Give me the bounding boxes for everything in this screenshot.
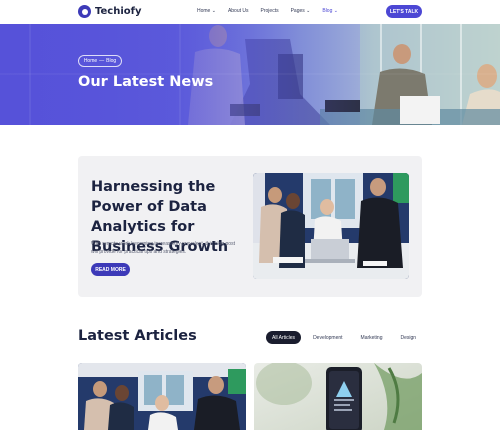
latest-articles-title: Latest Articles <box>78 328 197 344</box>
filter-development[interactable]: Development <box>307 331 348 344</box>
nav-pages-label: Pages <box>290 8 305 14</box>
nav-about[interactable]: About Us <box>228 8 249 14</box>
page-title: Our Latest News <box>78 74 214 90</box>
chevron-down-icon: ⌄ <box>333 8 338 14</box>
article-filter-tabs: All Articles Development Marketing Desig… <box>266 331 428 344</box>
nav-pages[interactable]: Pages ⌄ <box>291 8 311 14</box>
nav-projects[interactable]: Projects <box>261 8 279 14</box>
article-photo-phone <box>254 363 422 430</box>
hero-banner: Home — Blog Our Latest News <box>0 24 500 125</box>
chevron-down-icon: ⌄ <box>211 8 216 14</box>
featured-post-description: With remote work becoming increasingly p… <box>91 241 235 255</box>
featured-post-card: Harnessing the Power of Data Analytics f… <box>78 156 422 297</box>
hero-photo <box>0 24 500 125</box>
article-card-image[interactable] <box>254 363 422 430</box>
lets-talk-button[interactable]: LET'S TALK <box>386 5 422 18</box>
article-photo-meeting <box>78 363 246 430</box>
breadcrumb: Home — Blog <box>78 55 122 67</box>
brand-logo[interactable]: Techiofy <box>78 5 142 18</box>
main-nav: Home ⌄ About Us Projects Pages ⌄ Blog ⌄ <box>197 8 338 14</box>
article-card-image[interactable] <box>78 363 246 430</box>
breadcrumb-blog: Blog <box>106 58 117 64</box>
read-more-button[interactable]: READ MORE <box>91 263 130 276</box>
featured-post-image[interactable] <box>253 173 409 279</box>
nav-home[interactable]: Home ⌄ <box>197 8 216 14</box>
featured-photo <box>253 173 409 279</box>
brand-name: Techiofy <box>95 6 142 17</box>
breadcrumb-home[interactable]: Home <box>84 58 97 64</box>
logo-icon <box>78 5 91 18</box>
nav-blog[interactable]: Blog ⌄ <box>322 8 338 14</box>
nav-blog-label: Blog <box>322 8 333 14</box>
filter-marketing[interactable]: Marketing <box>355 331 389 344</box>
filter-all-articles[interactable]: All Articles <box>266 331 302 344</box>
chevron-down-icon: ⌄ <box>306 8 311 14</box>
site-header: Techiofy Home ⌄ About Us Projects Pages … <box>0 0 500 24</box>
filter-design[interactable]: Design <box>394 331 422 344</box>
nav-home-label: Home <box>197 8 211 14</box>
breadcrumb-separator: — <box>99 58 105 64</box>
